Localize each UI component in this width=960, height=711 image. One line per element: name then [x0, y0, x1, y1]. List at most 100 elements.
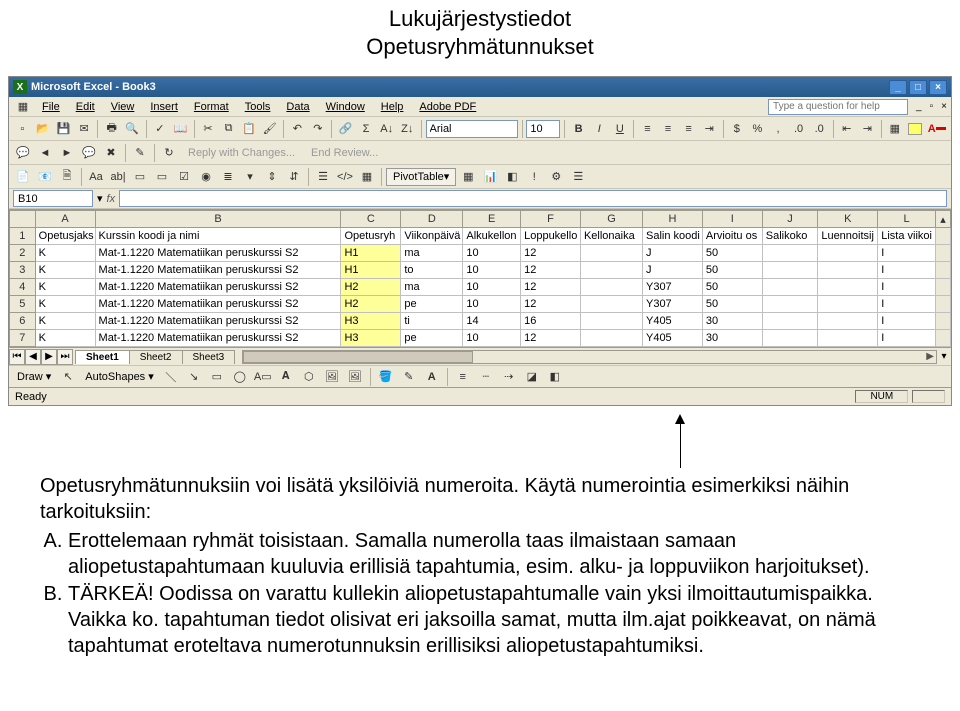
reply-with-changes-button[interactable]: Reply with Changes... — [181, 145, 302, 161]
close-button[interactable]: × — [929, 80, 947, 95]
cell[interactable]: Kurssin koodi ja nimi — [95, 228, 341, 245]
cell[interactable] — [818, 245, 878, 262]
cell[interactable]: 12 — [521, 245, 581, 262]
pivottable-menu[interactable]: PivotTable ▾ — [386, 168, 456, 186]
col-header-L[interactable]: L — [878, 211, 936, 228]
name-box[interactable]: B10 — [13, 190, 93, 207]
cell[interactable]: K — [35, 262, 95, 279]
cell[interactable]: Luennoitsij — [818, 228, 878, 245]
next-comment-icon[interactable]: ► — [57, 143, 77, 163]
doc-close-button[interactable]: × — [941, 101, 947, 112]
cell[interactable]: 16 — [521, 313, 581, 330]
minimize-button[interactable]: _ — [889, 80, 907, 95]
option-control-icon[interactable]: ◉ — [196, 167, 216, 187]
cell[interactable]: J — [642, 245, 702, 262]
cell[interactable]: 50 — [702, 245, 762, 262]
col-header-H[interactable]: H — [642, 211, 702, 228]
cell[interactable]: K — [35, 330, 95, 347]
tab-nav-first-icon[interactable]: ⏮ — [9, 349, 25, 365]
cell[interactable]: 50 — [702, 262, 762, 279]
sort-asc-icon[interactable]: A↓ — [377, 119, 396, 139]
cell[interactable]: Salin koodi — [642, 228, 702, 245]
cell[interactable]: I — [878, 279, 936, 296]
print-preview-icon[interactable]: 🔍 — [123, 119, 142, 139]
cell[interactable]: H3 — [341, 330, 401, 347]
cell[interactable]: 10 — [463, 296, 521, 313]
cell[interactable] — [762, 313, 818, 330]
line-style-icon[interactable]: ≡ — [453, 367, 473, 387]
fill-color-draw-icon[interactable]: 🪣 — [376, 367, 396, 387]
decrease-indent-icon[interactable]: ⇤ — [837, 119, 856, 139]
track-changes-icon[interactable]: ↻ — [159, 143, 179, 163]
cell[interactable]: 50 — [702, 296, 762, 313]
restore-button[interactable]: □ — [909, 80, 927, 95]
picture-icon[interactable]: 🖼 — [345, 367, 365, 387]
redo-icon[interactable]: ↷ — [309, 119, 328, 139]
draw-menu[interactable]: Draw ▾ — [13, 370, 55, 383]
col-header-J[interactable]: J — [762, 211, 818, 228]
col-header-E[interactable]: E — [463, 211, 521, 228]
properties-icon[interactable]: ☰ — [313, 167, 333, 187]
toggle-grid-icon[interactable]: ▦ — [357, 167, 377, 187]
cell[interactable] — [762, 262, 818, 279]
comma-icon[interactable]: , — [769, 119, 788, 139]
copy-icon[interactable]: ⧉ — [219, 119, 238, 139]
cell[interactable] — [762, 279, 818, 296]
pdf-review-icon[interactable]: 🗎 — [57, 167, 77, 187]
cut-icon[interactable]: ✂ — [199, 119, 218, 139]
tab-nav-prev-icon[interactable]: ◀ — [25, 349, 41, 365]
fill-color-icon[interactable] — [906, 119, 925, 139]
cell[interactable]: I — [878, 313, 936, 330]
increase-indent-icon[interactable]: ⇥ — [858, 119, 877, 139]
textbox-icon[interactable]: A▭ — [253, 367, 273, 387]
cell[interactable]: 30 — [702, 330, 762, 347]
pivot-format-icon[interactable]: ▦ — [458, 167, 478, 187]
cell[interactable] — [818, 330, 878, 347]
combobox-control-icon[interactable]: ▾ — [240, 167, 260, 187]
cell[interactable]: Mat-1.1220 Matematiikan peruskurssi S2 — [95, 279, 341, 296]
cell[interactable]: 10 — [463, 279, 521, 296]
row-header[interactable]: 4 — [10, 279, 36, 296]
horizontal-scrollbar-thumb[interactable] — [243, 351, 473, 363]
cell[interactable]: Y307 — [642, 296, 702, 313]
cell[interactable]: Y405 — [642, 313, 702, 330]
cell[interactable] — [762, 330, 818, 347]
view-code-icon[interactable]: </> — [335, 167, 355, 187]
cell[interactable]: Kellonaika — [580, 228, 642, 245]
row-header[interactable]: 6 — [10, 313, 36, 330]
cell[interactable]: 50 — [702, 279, 762, 296]
menu-edit[interactable]: Edit — [69, 99, 102, 115]
vertical-scrollbar-track[interactable] — [935, 330, 950, 347]
vertical-scrollbar-track[interactable] — [935, 228, 950, 245]
align-left-icon[interactable]: ≡ — [638, 119, 657, 139]
autoshapes-menu[interactable]: AutoShapes ▾ — [81, 370, 158, 383]
cell[interactable]: K — [35, 296, 95, 313]
cell[interactable] — [818, 296, 878, 313]
cell[interactable]: Y405 — [642, 330, 702, 347]
label-control-icon[interactable]: Aa — [86, 167, 106, 187]
menu-view[interactable]: View — [104, 99, 142, 115]
cell[interactable]: Opetusjaks — [35, 228, 95, 245]
fx-icon[interactable]: fx — [107, 193, 116, 205]
cell[interactable]: Alkukellon — [463, 228, 521, 245]
menu-file[interactable]: File — [35, 99, 67, 115]
hyperlink-icon[interactable]: 🔗 — [336, 119, 355, 139]
listbox-control-icon[interactable]: ≣ — [218, 167, 238, 187]
wordart-icon[interactable]: 𝐀 — [276, 367, 296, 387]
cell[interactable]: I — [878, 245, 936, 262]
save-icon[interactable]: 💾 — [54, 119, 73, 139]
pivot-hide-icon[interactable]: ◧ — [502, 167, 522, 187]
borders-icon[interactable]: ▦ — [886, 119, 905, 139]
cell[interactable]: H3 — [341, 313, 401, 330]
cell[interactable]: pe — [401, 296, 463, 313]
sort-desc-icon[interactable]: Z↓ — [398, 119, 417, 139]
line-color-icon[interactable]: ✎ — [399, 367, 419, 387]
vertical-scrollbar-track[interactable] — [935, 313, 950, 330]
scrollbar-control-icon[interactable]: ⇕ — [262, 167, 282, 187]
pivot-fieldlist-icon[interactable]: ☰ — [568, 167, 588, 187]
rectangle-icon[interactable]: ▭ — [207, 367, 227, 387]
cell[interactable] — [580, 296, 642, 313]
italic-icon[interactable]: I — [590, 119, 609, 139]
col-header-G[interactable]: G — [580, 211, 642, 228]
show-comment-icon[interactable]: 💬 — [13, 143, 33, 163]
